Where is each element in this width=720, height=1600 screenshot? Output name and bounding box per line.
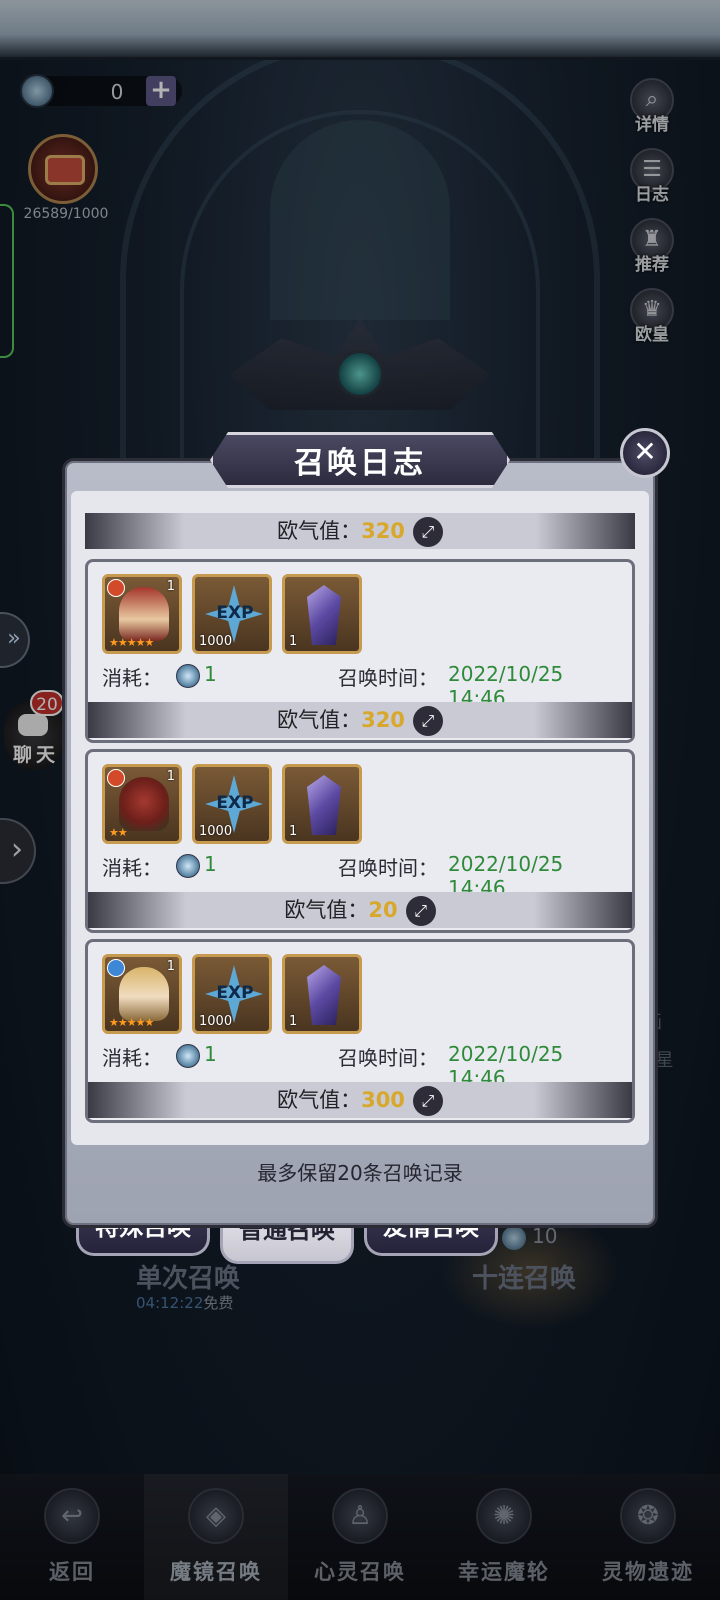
hero-slot[interactable]: 1 ★★★★★ [102, 954, 182, 1034]
score-bar: 欧气值：300 ⤢ [88, 1082, 632, 1118]
item-count: 1 [289, 1014, 298, 1029]
hero-level: 1 [166, 769, 175, 784]
water-element-icon [107, 959, 125, 977]
record-meta: 消耗： 1 召唤时间： 2022/10/25 14:46 [102, 662, 622, 710]
cost-value: 1 [204, 852, 217, 876]
log-footer-note: 最多保留20条召唤记录 [257, 1161, 463, 1185]
close-button[interactable]: ✕ [620, 428, 670, 478]
exp-text: EXP [216, 983, 254, 1003]
exp-item-slot[interactable]: EXP 1000 [192, 574, 272, 654]
hero-level: 1 [166, 579, 175, 594]
hero-stars: ★★★★★ [109, 636, 154, 649]
modal-title: 召唤日志 [294, 446, 426, 481]
hero-stars: ★★ [109, 826, 128, 839]
item-count: 1 [289, 824, 298, 839]
purple-crystal-icon [307, 965, 341, 1025]
item-count: 1000 [199, 1014, 233, 1029]
share-icon[interactable]: ⤢ [412, 1086, 443, 1116]
share-icon[interactable]: ⤢ [405, 896, 436, 926]
crystal-item-slot[interactable]: 1 [282, 954, 362, 1034]
hero-level: 1 [166, 959, 175, 974]
hero-portrait [119, 587, 169, 641]
hero-slot[interactable]: 1 ★★★★★ [102, 574, 182, 654]
score-value: 300 [361, 1088, 405, 1112]
score-bar: 欧气值：20 ⤢ [88, 892, 632, 928]
hero-stars: ★★★★★ [109, 1016, 154, 1029]
close-icon: ✕ [633, 435, 657, 468]
share-icon[interactable]: ⤢ [412, 706, 443, 736]
crystal-item-slot[interactable]: 1 [282, 764, 362, 844]
cost-value: 1 [204, 1042, 217, 1066]
cost-label: 消耗： [102, 666, 162, 690]
summon-record: 1 ★★★★★ EXP 1000 1 消耗： 1 召唤时间： 2022/10/2… [85, 559, 635, 743]
item-count: 1000 [199, 634, 233, 649]
exp-text: EXP [216, 793, 254, 813]
item-count: 1000 [199, 824, 233, 839]
summon-log-panel: 欧气值：320 ⤢ 1 ★★★★★ EXP 1000 1 消耗： 1 召唤时间：… [62, 458, 658, 1228]
cost-value: 1 [204, 662, 217, 686]
score-label: 欧气值： [277, 519, 362, 543]
summon-scroll-icon [176, 1044, 200, 1068]
exp-item-slot[interactable]: EXP 1000 [192, 764, 272, 844]
score-value: 320 [361, 519, 405, 543]
purple-crystal-icon [307, 585, 341, 645]
score-label: 欧气值： [277, 708, 362, 732]
score-value: 20 [368, 898, 398, 922]
hero-slot[interactable]: 1 ★★ [102, 764, 182, 844]
score-label: 欧气值： [284, 898, 369, 922]
cost-label: 消耗： [102, 1046, 162, 1070]
hero-portrait [119, 967, 169, 1021]
exp-text: EXP [216, 603, 254, 623]
purple-crystal-icon [307, 775, 341, 835]
score-label: 欧气值： [277, 1088, 362, 1112]
exp-item-slot[interactable]: EXP 1000 [192, 954, 272, 1034]
score-bar: 欧气值：320 ⤢ [88, 702, 632, 738]
hero-portrait [119, 777, 169, 831]
fire-element-icon [107, 769, 125, 787]
summon-record: 1 ★★ EXP 1000 1 消耗： 1 召唤时间： 2022/10/25 1… [85, 749, 635, 933]
item-count: 1 [289, 634, 298, 649]
time-label: 召唤时间： [338, 856, 438, 880]
fire-element-icon [107, 579, 125, 597]
record-meta: 消耗： 1 召唤时间： 2022/10/25 14:46 [102, 852, 622, 900]
time-label: 召唤时间： [338, 1046, 438, 1070]
score-bar: 欧气值：320 ⤢ [85, 513, 635, 549]
score-value: 320 [361, 708, 405, 732]
summon-record: 1 ★★★★★ EXP 1000 1 消耗： 1 召唤时间： 2022/10/2… [85, 939, 635, 1123]
time-label: 召唤时间： [338, 666, 438, 690]
cost-label: 消耗： [102, 856, 162, 880]
record-meta: 消耗： 1 召唤时间： 2022/10/25 14:46 [102, 1042, 622, 1090]
summon-log-list[interactable]: 欧气值：320 ⤢ 1 ★★★★★ EXP 1000 1 消耗： 1 召唤时间：… [71, 491, 649, 1145]
summon-scroll-icon [176, 664, 200, 688]
crystal-item-slot[interactable]: 1 [282, 574, 362, 654]
share-icon[interactable]: ⤢ [412, 517, 443, 547]
summon-scroll-icon [176, 854, 200, 878]
